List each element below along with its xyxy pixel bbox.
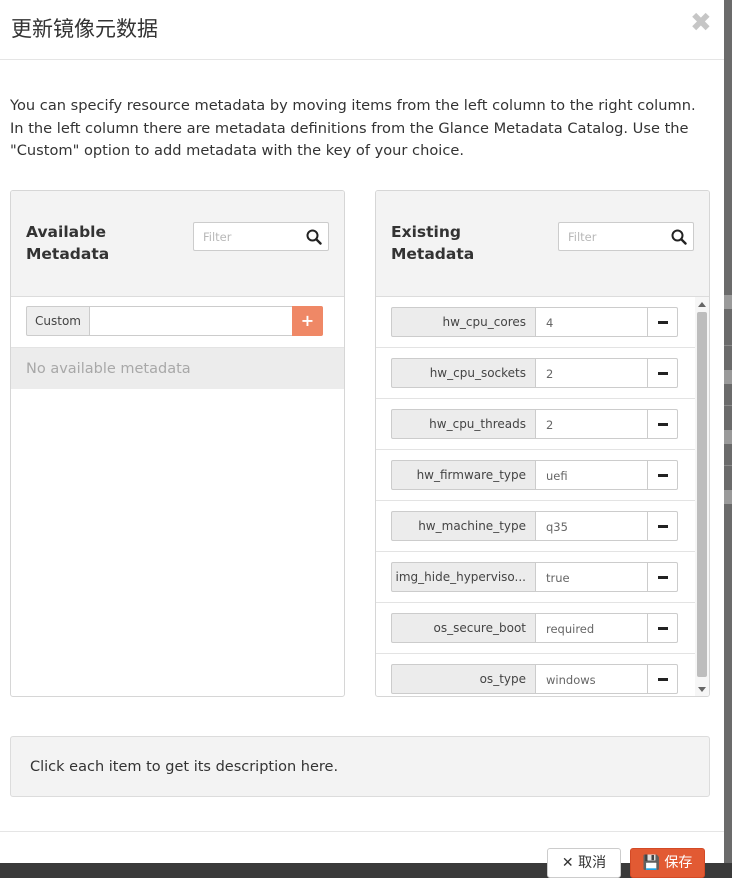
available-panel-header: Available Metadata (11, 191, 344, 297)
remove-metadata-button[interactable] (647, 460, 678, 490)
existing-metadata-panel: Existing Metadata hw_cpu_cores 4 hw_cpu_… (375, 190, 710, 697)
existing-panel-header: Existing Metadata (376, 191, 709, 297)
backdrop-fragment (724, 370, 732, 384)
metadata-value-input[interactable]: 2 (535, 409, 648, 439)
metadata-item[interactable]: hw_cpu_cores 4 (376, 297, 695, 348)
metadata-value-input[interactable]: true (535, 562, 648, 592)
remove-metadata-button[interactable] (647, 511, 678, 541)
scroll-down-arrow-icon[interactable] (698, 687, 706, 692)
close-icon[interactable]: ✖ (690, 10, 712, 36)
metadata-key: hw_cpu_cores (391, 307, 536, 337)
minus-icon (658, 525, 668, 528)
save-button[interactable]: 💾 保存 (630, 848, 705, 878)
metadata-key: os_secure_boot (391, 613, 536, 643)
search-icon[interactable] (306, 229, 322, 245)
metadata-key: os_type (391, 664, 536, 694)
minus-icon (658, 627, 668, 630)
metadata-item[interactable]: os_secure_boot required (376, 603, 695, 654)
backdrop-divider (724, 465, 732, 466)
metadata-value-input[interactable]: windows (535, 664, 648, 694)
available-filter (193, 222, 329, 251)
metadata-item[interactable]: img_hide_hyperviso... true (376, 552, 695, 603)
metadata-value-input[interactable]: q35 (535, 511, 648, 541)
metadata-item[interactable]: hw_cpu_threads 2 (376, 399, 695, 450)
metadata-value-input[interactable]: required (535, 613, 648, 643)
custom-metadata-row: Custom + (26, 306, 323, 336)
minus-icon (658, 321, 668, 324)
list-scrollbar[interactable] (695, 297, 709, 696)
metadata-key: hw_machine_type (391, 511, 536, 541)
remove-metadata-button[interactable] (647, 613, 678, 643)
minus-icon (658, 576, 668, 579)
backdrop-divider (724, 345, 732, 346)
remove-metadata-button[interactable] (647, 409, 678, 439)
remove-metadata-button[interactable] (647, 664, 678, 694)
minus-icon (658, 474, 668, 477)
remove-metadata-button[interactable] (647, 307, 678, 337)
existing-filter-input[interactable] (559, 223, 663, 250)
metadata-item[interactable]: hw_firmware_type uefi (376, 450, 695, 501)
backdrop-divider (724, 405, 732, 406)
modal-footer: ✕ 取消 💾 保存 (0, 831, 724, 878)
page-backdrop (724, 0, 732, 863)
backdrop-fragment (724, 430, 732, 444)
metadata-value-input[interactable]: 2 (535, 358, 648, 388)
metadata-item[interactable]: hw_cpu_sockets 2 (376, 348, 695, 399)
no-available-metadata: No available metadata (11, 347, 344, 389)
remove-metadata-button[interactable] (647, 358, 678, 388)
backdrop-fragment (724, 295, 732, 309)
custom-key-input[interactable] (89, 306, 293, 336)
modal-header: 更新镜像元数据 ✖ (0, 0, 724, 60)
modal-title: 更新镜像元数据 (11, 17, 158, 41)
available-metadata-panel: Available Metadata Custom + No available… (10, 190, 345, 697)
scroll-up-arrow-icon[interactable] (698, 302, 706, 307)
metadata-value-input[interactable]: uefi (535, 460, 648, 490)
remove-metadata-button[interactable] (647, 562, 678, 592)
existing-metadata-list: hw_cpu_cores 4 hw_cpu_sockets 2 hw_cpu_t… (376, 297, 695, 696)
cancel-button[interactable]: ✕ 取消 (547, 848, 621, 878)
existing-filter (558, 222, 694, 251)
custom-label: Custom (26, 306, 90, 336)
item-description: Click each item to get its description h… (10, 736, 710, 797)
metadata-key: img_hide_hyperviso... (391, 562, 536, 592)
metadata-key: hw_cpu_threads (391, 409, 536, 439)
add-custom-button[interactable]: + (292, 306, 323, 336)
metadata-item[interactable]: os_type windows (376, 654, 695, 696)
metadata-item[interactable]: hw_machine_type q35 (376, 501, 695, 552)
search-icon[interactable] (671, 229, 687, 245)
available-filter-input[interactable] (194, 223, 298, 250)
scroll-thumb[interactable] (697, 312, 707, 677)
backdrop-fragment (724, 490, 732, 504)
intro-text: You can specify resource metadata by mov… (10, 97, 696, 159)
metadata-value-input[interactable]: 4 (535, 307, 648, 337)
minus-icon (658, 372, 668, 375)
metadata-key: hw_cpu_sockets (391, 358, 536, 388)
existing-metadata-title: Existing Metadata (391, 223, 475, 263)
metadata-key: hw_firmware_type (391, 460, 536, 490)
update-image-metadata-modal: 更新镜像元数据 ✖ You can specify resource metad… (0, 0, 724, 878)
minus-icon (658, 423, 668, 426)
available-metadata-title: Available Metadata (26, 223, 110, 263)
minus-icon (658, 678, 668, 681)
